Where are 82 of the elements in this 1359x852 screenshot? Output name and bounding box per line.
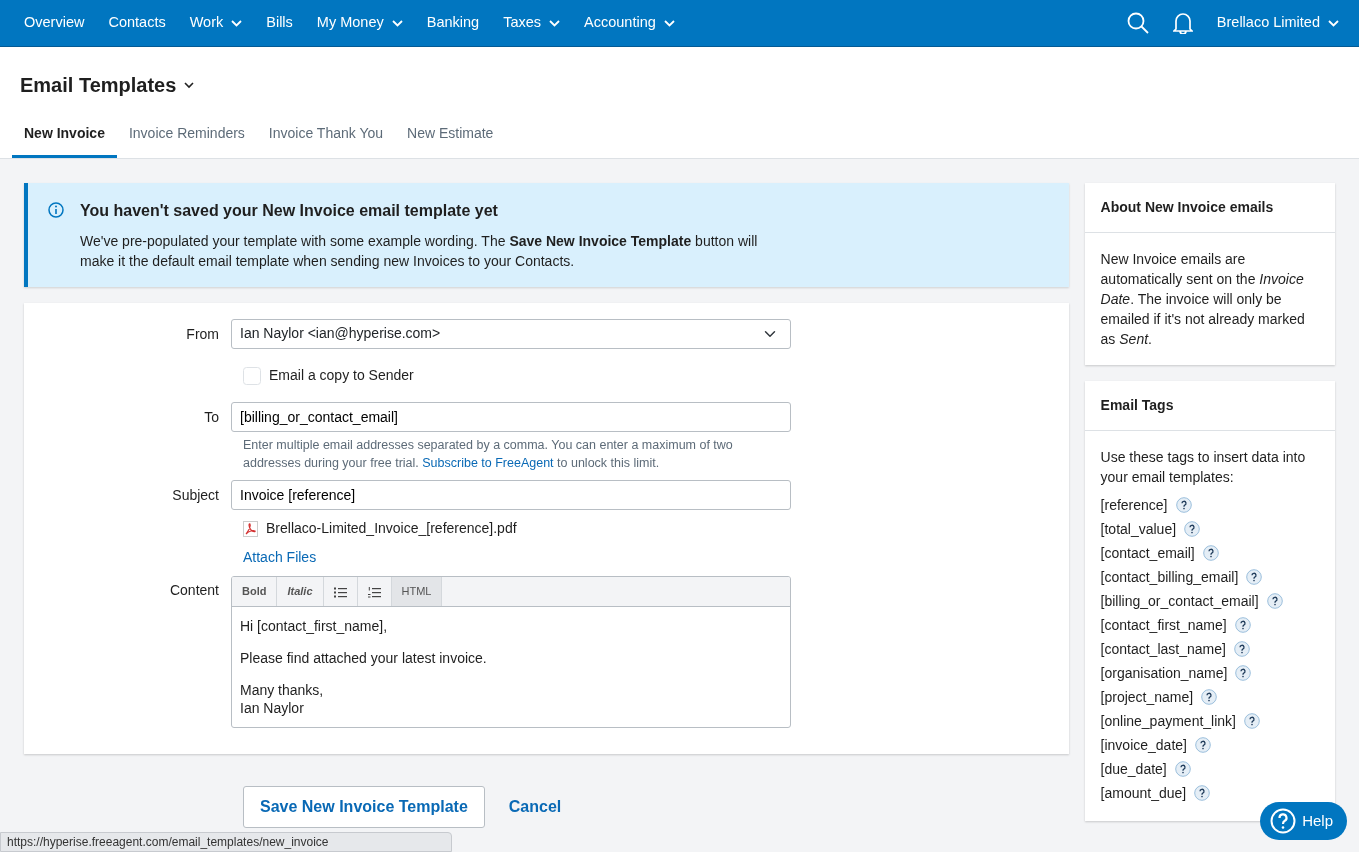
chevron-icon[interactable] (184, 81, 195, 89)
chevron-icon (663, 19, 675, 27)
save-button[interactable]: Save New Invoice Template (243, 786, 485, 828)
content-paragraph: Please find attached your latest invoice. (240, 649, 488, 667)
to-hint: Enter multiple email addresses separated by a comma. You can enter a maximum of two addresses during your free trial. Subscribe to FreeAgent to unlock this limit. (243, 437, 734, 472)
tags-title: Email Tags (1084, 381, 1335, 431)
alert-message: We've pre-populated your template with some example wording. The Save New Invoice Template button will make it the default email template when sending new Invoices to your Contacts. (80, 232, 759, 271)
tag-name: [contact_last_name] (1100, 639, 1226, 659)
chevron-icon (231, 19, 243, 27)
nav-link[interactable]: Banking (414, 0, 492, 46)
tag-name: [contact_first_name] (1100, 615, 1227, 635)
from-select[interactable]: Ian Naylor <ian@hyperise.com> (231, 319, 791, 349)
tag-name: [contact_email] (1100, 543, 1195, 563)
tag-name: [online_payment_link] (1100, 711, 1236, 731)
tags-intro: Use these tags to insert data into your email templates: (1100, 448, 1307, 487)
html-button[interactable]: HTML (391, 577, 443, 606)
subject-label: Subject (171, 485, 220, 505)
tag-name: [amount_due] (1100, 783, 1187, 803)
status-bar-url: https://hyperise.freeagent.com/email_templates/new_invoice (0, 832, 452, 852)
content-paragraph: Many thanks, Ian Naylor (240, 681, 325, 717)
content-label: Content (168, 581, 220, 600)
nav-link[interactable]: Contacts (96, 0, 178, 46)
help-icon[interactable] (1195, 737, 1211, 753)
copy-checkbox[interactable] (243, 366, 261, 385)
chevron-icon (391, 19, 403, 27)
list-icon (367, 586, 381, 598)
tag-name: [due_date] (1100, 759, 1167, 779)
nav-menu[interactable]: Work (177, 0, 255, 46)
help-icon (1270, 808, 1297, 834)
search-icon[interactable] (1126, 12, 1149, 34)
attach-files-link[interactable]: Attach Files (243, 549, 317, 565)
about-title: About New Invoice emails (1084, 183, 1335, 233)
help-icon[interactable] (1184, 521, 1201, 537)
help-icon[interactable] (1233, 641, 1250, 657)
help-icon[interactable] (1266, 593, 1283, 609)
to-field[interactable]: [billing_or_contact_email] (231, 402, 791, 432)
list-icon (333, 586, 347, 598)
tag-name: [billing_or_contact_email] (1100, 591, 1259, 611)
about-text: New Invoice emails are automatically sent on the Invoice Date. The invoice will only be emailed if it's not already marked as Sent. (1099, 250, 1306, 349)
content-editor[interactable]: Bold Italic HTML Hi [contact_first_name], Please find attached your latest invoice. Many thanks, Ian Naylor (231, 576, 791, 728)
alert-title: You haven't saved your New Invoice email template yet (80, 201, 499, 221)
help-icon[interactable] (1235, 665, 1252, 681)
subscribe-link[interactable]: Subscribe to FreeAgent (422, 456, 554, 470)
bold-button[interactable]: Bold (232, 577, 278, 606)
help-icon[interactable] (1246, 569, 1263, 585)
help-icon[interactable] (1175, 497, 1192, 513)
cancel-link[interactable]: Cancel (508, 795, 562, 819)
help-icon[interactable] (1201, 689, 1218, 705)
nav-menu[interactable]: My Money (304, 0, 415, 46)
tag-name: [project_name] (1100, 687, 1194, 707)
nav-menu[interactable]: Taxes (491, 0, 573, 46)
tab[interactable]: New Estimate (395, 115, 506, 158)
nav-link[interactable]: Bills (254, 0, 305, 46)
tag-name: [invoice_date] (1100, 735, 1187, 755)
help-icon[interactable] (1194, 785, 1211, 801)
tab[interactable]: New Invoice (12, 115, 117, 158)
attachment-filename: Brellaco-Limited_Invoice_[reference].pdf (266, 519, 517, 538)
help-button[interactable]: Help (1260, 802, 1347, 840)
tab[interactable]: Invoice Reminders (116, 115, 257, 158)
help-icon[interactable] (1202, 545, 1219, 561)
tag-name: [total_value] (1100, 519, 1177, 539)
content-paragraph: Hi [contact_first_name], (240, 617, 389, 635)
nav-link[interactable]: Overview (12, 0, 97, 46)
help-icon[interactable] (1234, 617, 1251, 633)
tag-name: [organisation_name] (1100, 663, 1228, 683)
info-icon (48, 202, 64, 218)
tag-name: [contact_billing_email] (1100, 567, 1239, 587)
to-label: To (203, 407, 220, 427)
nav-menu[interactable]: Accounting (572, 0, 687, 46)
page-title: Email Templates (20, 73, 177, 97)
chevron-icon (1328, 19, 1339, 27)
from-label: From (185, 324, 220, 344)
help-icon[interactable] (1244, 713, 1260, 729)
help-icon[interactable] (1174, 761, 1191, 777)
bell-icon[interactable] (1172, 12, 1193, 34)
copy-label[interactable]: Email a copy to Sender (269, 365, 414, 386)
tag-name: [reference] (1100, 495, 1168, 515)
account-menu[interactable]: Brellaco Limited (1216, 12, 1339, 34)
pdf-icon (243, 520, 258, 537)
subject-field[interactable]: Invoice [reference] (231, 480, 791, 510)
tab[interactable]: Invoice Thank You (256, 115, 396, 158)
chevron-icon (549, 19, 561, 27)
